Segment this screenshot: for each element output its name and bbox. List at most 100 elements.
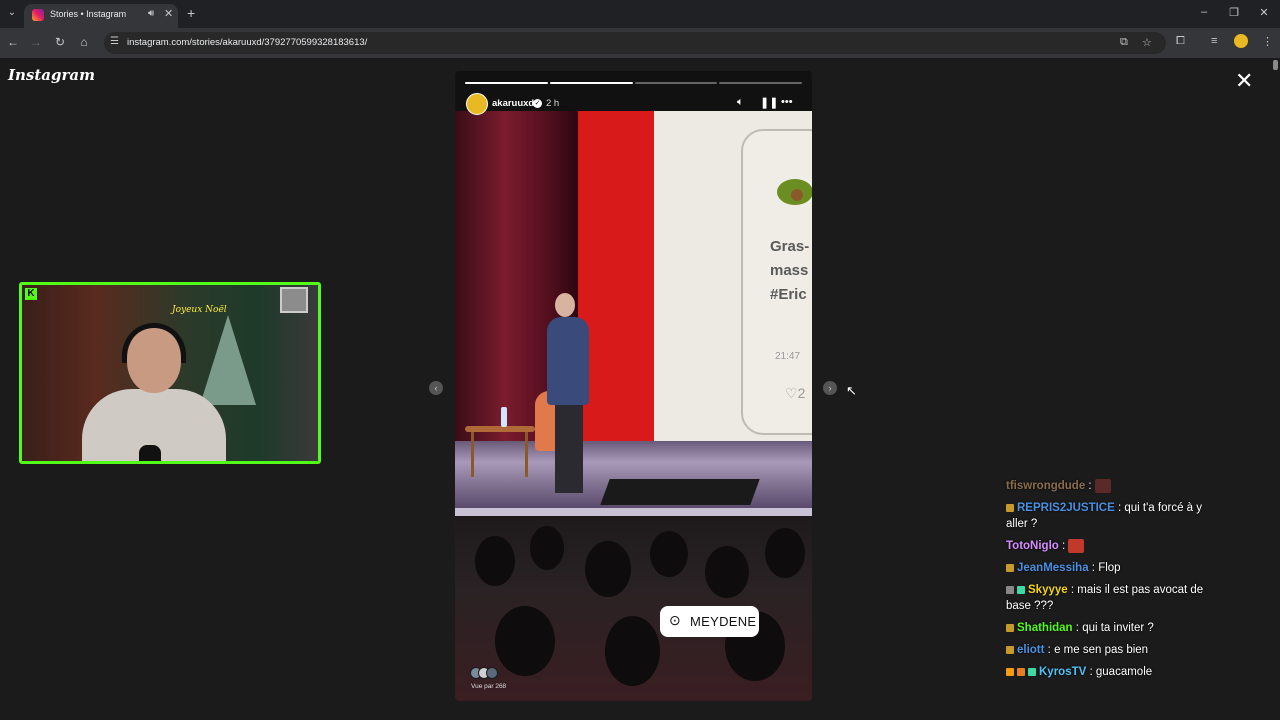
microphone	[139, 445, 161, 461]
chat-badge-icon	[1006, 623, 1014, 632]
projected-text: Gras- mass #Eric	[770, 235, 809, 307]
new-tab-icon[interactable]: +	[187, 5, 195, 21]
forward-icon[interactable]: →	[28, 35, 44, 49]
projected-line-3: #Eric	[770, 286, 807, 303]
location-sticker[interactable]: ⊙ MEYDENE	[660, 606, 759, 637]
seen-by-count[interactable]: Vue par 268	[471, 683, 506, 690]
browser-toolbar: ← → ↻ ⌂ ☰ instagram.com/stories/akaruuxd…	[0, 28, 1280, 58]
browser-tab[interactable]: Stories • Instagram 🔊︎ ✕	[24, 4, 178, 28]
audience-head	[765, 528, 805, 578]
pause-icon[interactable]: ❚❚	[760, 96, 778, 109]
progress-segment	[549, 82, 633, 84]
home-icon[interactable]: ⌂	[76, 35, 92, 49]
menu-kebab-icon[interactable]: ⋮	[1262, 35, 1273, 48]
chat-emote-icon	[1068, 538, 1085, 553]
audience-head	[495, 606, 555, 676]
verified-badge-icon: ✓	[533, 99, 542, 108]
story-viewer[interactable]: Gras- mass #Eric 21:47 ♡2 akaruuxd ✓ 2 h…	[455, 71, 812, 701]
bookmark-star-icon[interactable]: ☆	[1142, 36, 1152, 49]
chat-username[interactable]: REPRIS2JUSTICE	[1017, 502, 1115, 514]
stage-monitor	[600, 479, 760, 505]
tab-search-icon[interactable]: ⌄	[4, 5, 20, 21]
chat-badge-icon	[1006, 563, 1014, 572]
audience-head	[605, 616, 660, 686]
minimize-icon[interactable]: –	[1194, 6, 1214, 18]
chat-text: Flop	[1098, 562, 1121, 574]
avocado-pit	[791, 189, 803, 201]
chat-separator: :	[1067, 584, 1078, 596]
story-username[interactable]: akaruuxd	[492, 98, 534, 109]
progress-segment	[634, 82, 718, 84]
media-control-icon[interactable]: ≡	[1211, 35, 1217, 47]
tab-close-icon[interactable]: ✕	[164, 7, 173, 20]
audience-head	[530, 526, 564, 570]
chat-message: TotoNiglo :	[1006, 538, 1221, 554]
story-time: 2 h	[546, 98, 560, 109]
chat-separator: :	[1114, 502, 1125, 514]
kick-logo-icon: K	[25, 288, 37, 300]
close-stories-icon[interactable]: ✕	[1235, 70, 1253, 92]
chat-separator: :	[1086, 666, 1096, 678]
browser-tab-bar: ⌄ Stories • Instagram 🔊︎ ✕ + – ❐ ✕	[0, 0, 1280, 28]
chat-separator: :	[1044, 644, 1055, 656]
instagram-logo[interactable]: Instagram	[8, 66, 95, 84]
wall-frame	[280, 287, 308, 313]
streamer	[82, 323, 226, 461]
chat-separator: :	[1072, 622, 1083, 634]
chat-separator: :	[1058, 540, 1069, 552]
performer-head	[555, 293, 575, 317]
chat-badge-icon	[1006, 585, 1014, 594]
more-options-icon[interactable]: •••	[781, 96, 793, 108]
window-close-icon[interactable]: ✕	[1254, 6, 1274, 19]
chat-message: Skyyye : mais il est pas avocat de base …	[1006, 582, 1221, 614]
scrollbar-thumb[interactable]	[1273, 60, 1278, 70]
streamer-webcam: Joyeux Noël K	[19, 282, 321, 464]
audience	[455, 516, 812, 701]
profile-avatar[interactable]	[1234, 34, 1248, 48]
chat-username[interactable]: eliott	[1017, 644, 1044, 656]
chat-badge-icon	[1028, 667, 1036, 676]
progress-segment	[465, 82, 548, 84]
instagram-favicon-icon	[32, 9, 44, 21]
scrollbar[interactable]	[1271, 58, 1280, 720]
chat-message: JeanMessiha : Flop	[1006, 560, 1221, 576]
progress-segment	[719, 82, 802, 84]
viewer-avatars[interactable]	[470, 667, 506, 679]
audience-head	[705, 546, 749, 598]
address-bar[interactable]: ☰ instagram.com/stories/akaruuxd/3792770…	[104, 32, 1166, 54]
chat-text: qui ta inviter ?	[1082, 622, 1154, 634]
audience-head	[650, 531, 688, 577]
chat-badge-icon	[1006, 667, 1014, 676]
water-bottle	[501, 407, 507, 427]
chat-separator: :	[1085, 480, 1095, 492]
heart-icon: ♡	[785, 385, 798, 401]
reload-icon[interactable]: ↻	[52, 35, 68, 49]
chat-username[interactable]: Shathidan	[1017, 622, 1073, 634]
site-info-icon[interactable]: ☰	[110, 36, 119, 47]
chat-username[interactable]: Skyyye	[1028, 584, 1068, 596]
mute-icon[interactable]: 🔈︎	[737, 96, 744, 109]
audience-head	[585, 541, 631, 597]
url-text[interactable]: instagram.com/stories/akaruuxd/379277059…	[127, 37, 367, 48]
install-app-icon[interactable]: ⧉	[1120, 36, 1128, 49]
chat-username[interactable]: TotoNiglo	[1006, 540, 1059, 552]
table-leg	[525, 432, 528, 477]
chat-badge-icon	[1017, 667, 1025, 676]
back-icon[interactable]: ←	[5, 35, 21, 49]
chat-username[interactable]: KyrosTV	[1039, 666, 1086, 678]
next-story-icon[interactable]: ›	[823, 381, 837, 395]
restore-icon[interactable]: ❐	[1224, 6, 1244, 19]
chat-username[interactable]: JeanMessiha	[1017, 562, 1089, 574]
chat-username[interactable]: tfiswrongdude	[1006, 480, 1085, 492]
location-label: MEYDENE	[690, 614, 757, 629]
previous-story-icon[interactable]: ‹	[429, 381, 443, 395]
speaker-icon[interactable]: 🔊︎	[148, 8, 154, 19]
tab-title: Stories • Instagram	[50, 9, 127, 19]
extensions-icon[interactable]: ⧠	[1176, 35, 1185, 48]
chat-message: REPRIS2JUSTICE : qui t'a forcé à y aller…	[1006, 500, 1221, 532]
chat-text: e me sen pas bien	[1054, 644, 1149, 656]
red-panel	[578, 111, 656, 441]
headset	[122, 323, 186, 363]
projected-likes-count: 2	[797, 385, 806, 401]
story-user-avatar[interactable]	[466, 93, 488, 115]
